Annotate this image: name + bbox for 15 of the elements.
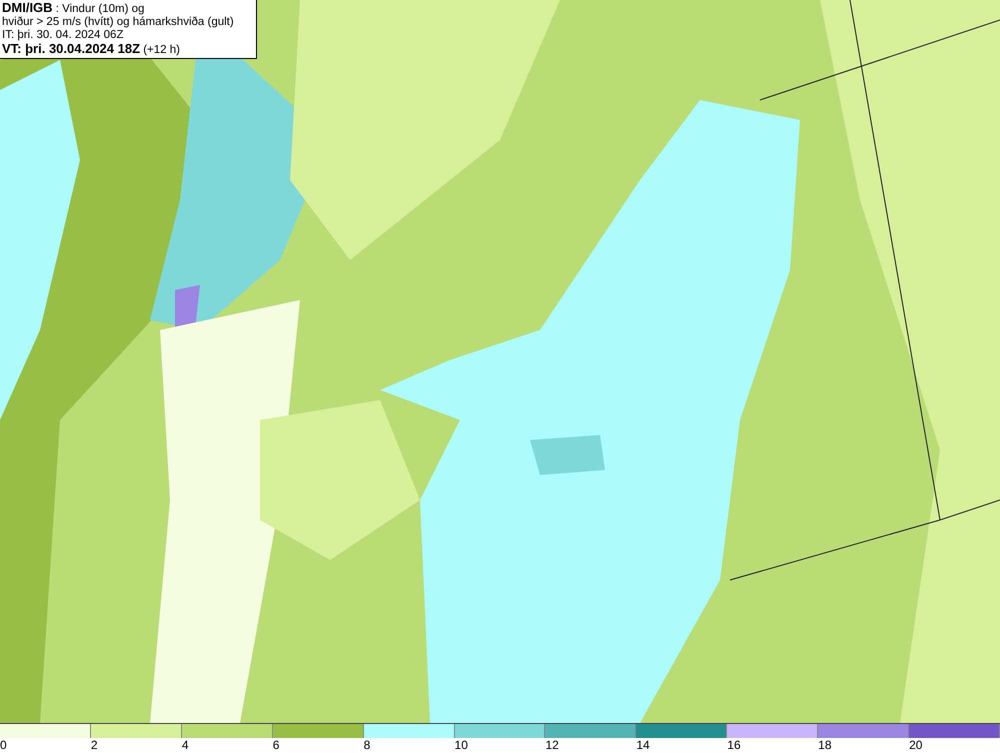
caption-line: DMI/IGB : Vindur (10m) og [2,1,146,16]
legend-tick: 20 [909,738,922,752]
legend-tick: 12 [545,738,559,752]
legend-tick: 4 [182,738,188,752]
legend-tick: 18 [818,738,832,752]
legend-tick: 2 [90,738,98,752]
legend-tick: 6 [272,738,280,752]
legend-tick: 16 [727,738,741,752]
legend-tick: 8 [364,738,370,752]
legend-tick: 14 [636,738,650,752]
caption-line: IT: þri. 30. 04. 2024 06Z [2,29,124,42]
legend-tick: 10 [454,738,468,752]
caption-line: VT: þri. 30.04.2024 18Z (+12 h) [2,42,181,57]
caption-line: hviður > 25 m/s (hvítt) og hámarkshviða (gult) [2,16,235,29]
legend-tick: 0 [0,738,7,752]
